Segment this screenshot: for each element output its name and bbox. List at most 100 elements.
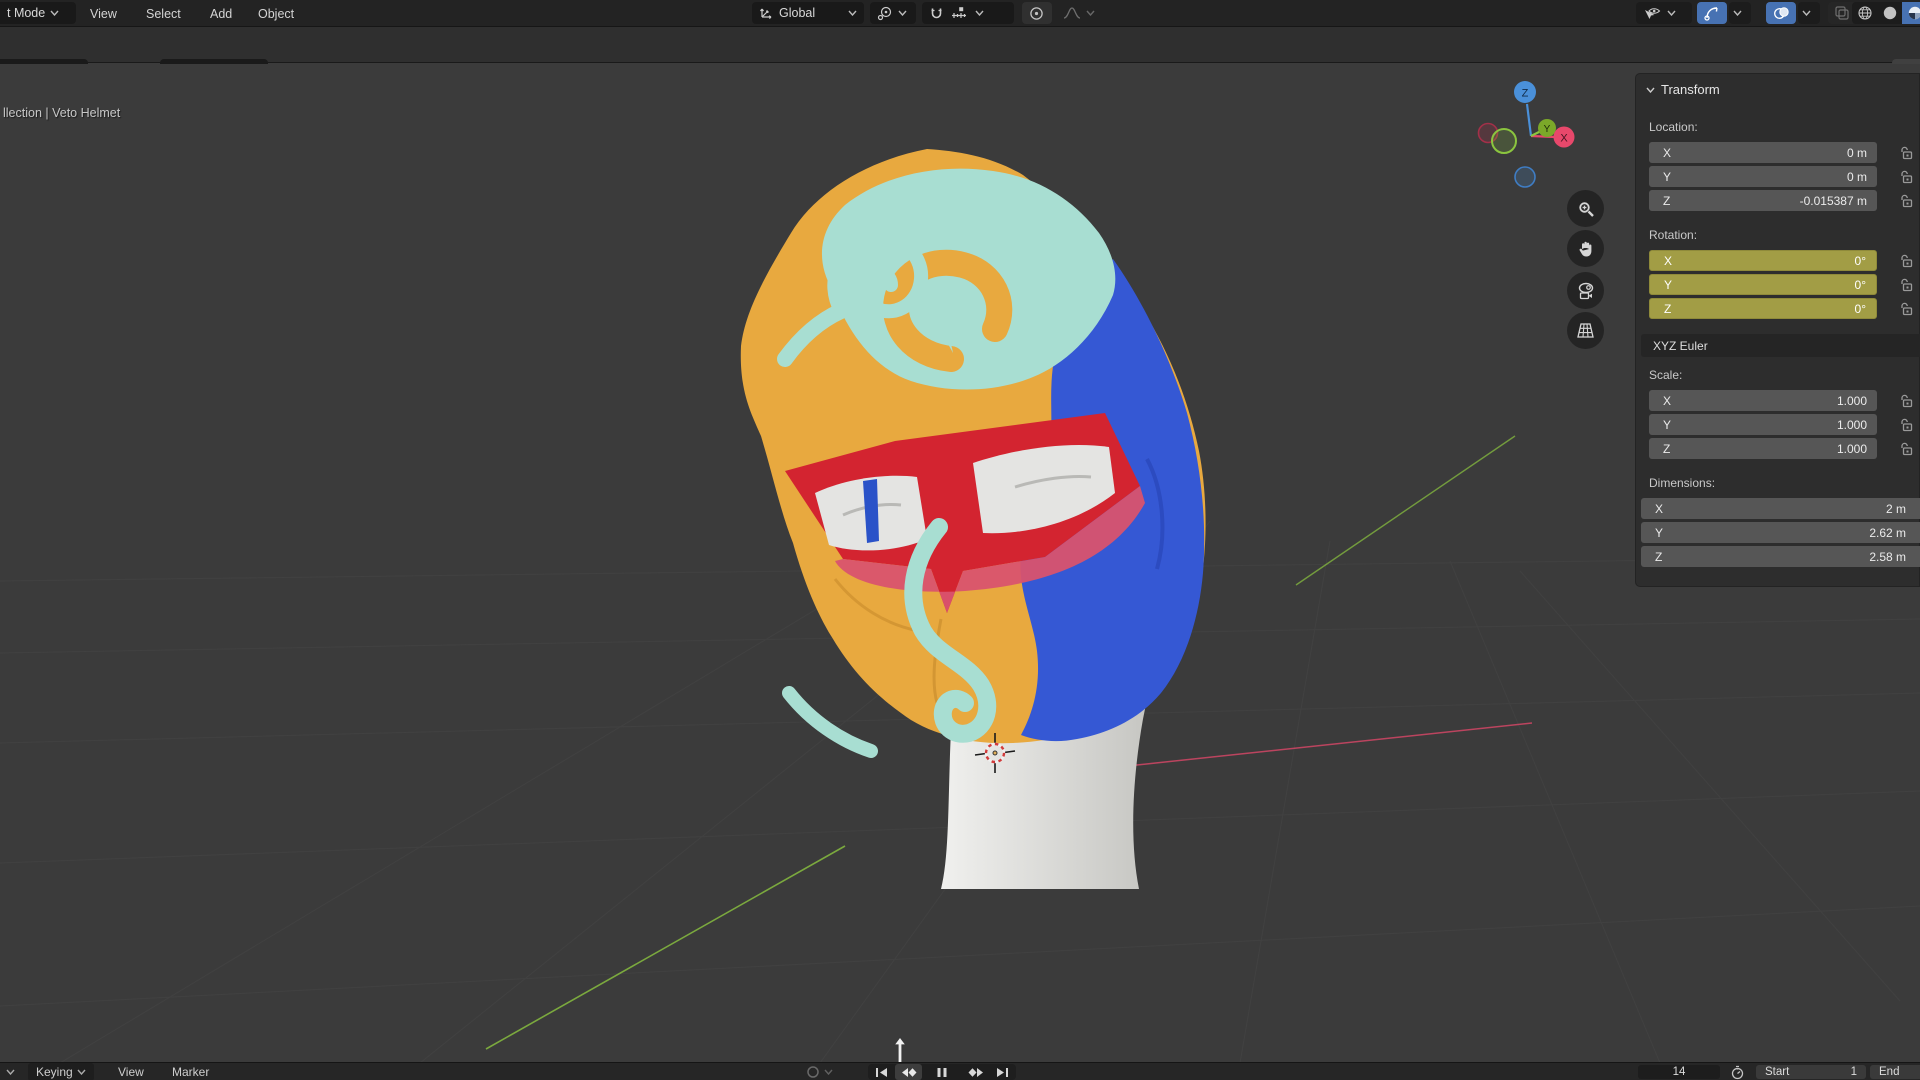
frame-end-field[interactable]: End (1870, 1065, 1920, 1079)
menu-select[interactable]: Select (140, 0, 187, 27)
keying-dropdown[interactable]: Keying (28, 1063, 94, 1080)
proportional-falloff-dropdown[interactable] (1056, 2, 1104, 24)
zoom-view-button[interactable] (1567, 190, 1604, 227)
jump-to-start-button[interactable] (868, 1064, 895, 1080)
svg-text:Y: Y (1544, 124, 1551, 135)
gizmo-axis-neg-y[interactable] (1492, 129, 1516, 153)
chevron-down-icon (1733, 10, 1742, 16)
previous-keyframe-button[interactable] (895, 1064, 922, 1080)
camera-icon (1576, 282, 1596, 300)
xray-icon (1834, 5, 1850, 21)
playback-controls (868, 1064, 1016, 1080)
chevron-down-icon (1802, 10, 1811, 16)
gizmo-dropdown[interactable] (1729, 2, 1751, 24)
rotation-z-lock[interactable] (1899, 298, 1915, 319)
proportional-circle-icon (1029, 6, 1044, 21)
navigation-gizmo[interactable]: Y X Z (1470, 72, 1595, 197)
chevron-down-icon (848, 10, 857, 16)
pan-view-button[interactable] (1567, 230, 1604, 267)
mode-dropdown[interactable]: t Mode (0, 2, 76, 24)
location-z-field[interactable]: Z-0.015387 m (1649, 190, 1877, 211)
timeline-menu-view[interactable]: View (118, 1063, 144, 1080)
svg-text:X: X (1560, 133, 1568, 145)
shading-solid-button[interactable] (1877, 2, 1902, 24)
rotation-mode-dropdown[interactable]: XYZ Euler (1641, 334, 1920, 357)
rotation-z-field[interactable]: Z0° (1649, 298, 1877, 319)
scale-x-lock[interactable] (1899, 390, 1915, 411)
gizmo-axis-neg-z[interactable] (1515, 167, 1535, 187)
svg-text:Z: Z (1522, 88, 1529, 100)
snapping-group (922, 2, 1014, 24)
helmet-model[interactable] (741, 149, 1206, 889)
dimensions-x-field[interactable]: X2 m (1641, 498, 1920, 519)
editor-type-dropdown[interactable] (6, 1063, 15, 1080)
chevron-down-icon[interactable] (975, 10, 984, 16)
scale-y-lock[interactable] (1899, 414, 1915, 435)
proportional-editing-toggle[interactable] (1022, 2, 1052, 24)
snap-magnet-icon[interactable] (929, 6, 944, 21)
perspective-toggle-button[interactable] (1567, 312, 1604, 349)
overlays-dropdown[interactable] (1798, 2, 1820, 24)
location-y-field[interactable]: Y0 m (1649, 166, 1877, 187)
dimensions-y-field[interactable]: Y2.62 m (1641, 522, 1920, 543)
scale-z-field[interactable]: Z1.000 (1649, 438, 1877, 459)
scale-label: Scale: (1649, 368, 1682, 382)
gizmo-axis-pos-z[interactable]: Z (1514, 81, 1536, 103)
rotation-x-lock[interactable] (1899, 250, 1915, 271)
dimensions-z-field[interactable]: Z2.58 m (1641, 546, 1920, 567)
blender-window: t Mode View Select Add Object Global (0, 0, 1920, 1080)
menu-view[interactable]: View (84, 0, 123, 27)
breadcrumb: llection | Veto Helmet (3, 106, 120, 120)
scale-y-field[interactable]: Y1.000 (1649, 414, 1877, 435)
viewport-3d[interactable]: llection | Veto Helmet Y X Z (0, 64, 1920, 1062)
menu-object[interactable]: Object (252, 0, 300, 27)
location-x-lock[interactable] (1899, 142, 1915, 163)
falloff-curve-icon (1063, 6, 1081, 20)
rotation-x-field[interactable]: X0° (1649, 250, 1877, 271)
gizmo-arrow-icon (1704, 5, 1720, 21)
location-x-field[interactable]: X0 m (1649, 142, 1877, 163)
use-preview-range-toggle[interactable] (1730, 1063, 1745, 1080)
pivot-point-dropdown[interactable] (870, 2, 916, 24)
current-frame-field[interactable]: 14 (1638, 1065, 1720, 1079)
panel-title: Transform (1661, 82, 1720, 97)
chevron-down-icon (898, 10, 907, 16)
magnifier-icon (1577, 200, 1595, 218)
location-z-lock[interactable] (1899, 190, 1915, 211)
orientation-label: Global (779, 6, 843, 20)
camera-view-button[interactable] (1567, 272, 1604, 309)
tool-settings-bar: Default Drag: Select Box Op (0, 27, 1920, 63)
viewport-header: t Mode View Select Add Object Global (0, 0, 1920, 27)
gizmo-axis-pos-x[interactable]: X (1554, 127, 1575, 148)
shading-material-button[interactable] (1902, 2, 1920, 24)
rotation-y-lock[interactable] (1899, 274, 1915, 295)
wireframe-sphere-icon (1857, 5, 1873, 21)
scale-x-field[interactable]: X1.000 (1649, 390, 1877, 411)
object-visibility-dropdown[interactable] (1636, 2, 1692, 24)
location-y-lock[interactable] (1899, 166, 1915, 187)
frame-start-field[interactable]: Start1 (1756, 1065, 1866, 1079)
shading-wireframe-button[interactable] (1852, 2, 1877, 24)
viewport-canvas[interactable] (0, 64, 1920, 1062)
chevron-down-icon (50, 10, 59, 16)
rotation-y-field[interactable]: Y0° (1649, 274, 1877, 295)
auto-keying-toggle[interactable] (806, 1063, 833, 1080)
menu-add[interactable]: Add (204, 0, 238, 27)
pause-button[interactable] (922, 1064, 962, 1080)
transform-orientation-dropdown[interactable]: Global (752, 2, 864, 24)
pivot-point-icon (877, 6, 893, 21)
orientation-axes-icon (759, 6, 774, 20)
snap-increment-icon[interactable] (951, 6, 968, 20)
panel-header[interactable]: Transform (1646, 82, 1720, 97)
chevron-down-icon (1667, 10, 1676, 16)
show-gizmo-toggle[interactable] (1697, 2, 1727, 24)
stopwatch-icon (1730, 1065, 1745, 1080)
record-circle-icon (806, 1065, 820, 1079)
grid-sphere-icon (1576, 322, 1595, 339)
show-overlays-toggle[interactable] (1766, 2, 1796, 24)
next-keyframe-button[interactable] (962, 1064, 989, 1080)
scale-z-lock[interactable] (1899, 438, 1915, 459)
gizmo-axis-pos-y[interactable]: Y (1538, 119, 1556, 137)
jump-to-end-button[interactable] (989, 1064, 1016, 1080)
timeline-menu-marker[interactable]: Marker (172, 1063, 209, 1080)
